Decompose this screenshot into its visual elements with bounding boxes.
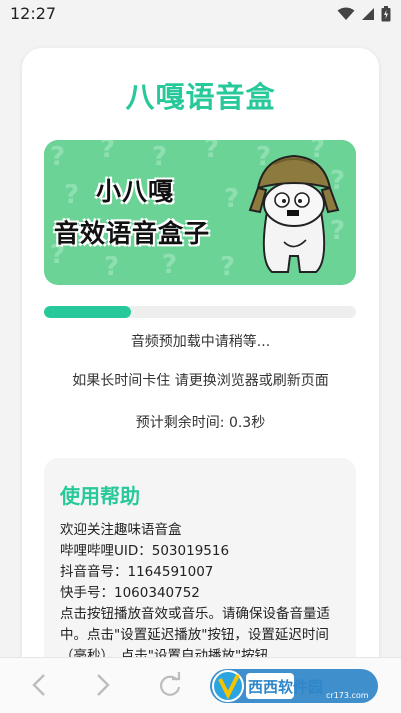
reload-icon[interactable]	[158, 672, 182, 698]
help-line: 快手号：1060340752	[60, 585, 200, 601]
mascot-illustration	[248, 154, 340, 273]
banner-title-line1: 小八嘎	[96, 177, 175, 206]
forward-icon[interactable]	[94, 672, 112, 698]
app-title: 八嘎语音盒	[125, 80, 276, 114]
remaining-time: 预计剩余时间: 0.3秒	[135, 415, 266, 431]
stuck-hint: 如果长时间卡住 请更换浏览器或刷新页面	[72, 373, 329, 389]
help-line: 欢迎关注趣味语音盒	[60, 522, 182, 538]
watermark-text: 西西软件园	[248, 678, 323, 696]
banner-title-line2: 音效语音盒子	[54, 219, 211, 248]
main-card: 八嘎语音盒 ? ? ? ? ? ? ? ? ? ? ? ? ? ? 小八嘎 音效…	[22, 48, 379, 688]
help-line: 哔哩哔哩UID：503019516	[60, 543, 230, 559]
help-panel: 使用帮助 欢迎关注趣味语音盒 哔哩哔哩UID：503019516 抖音音号：11…	[44, 458, 356, 688]
status-icons	[337, 6, 391, 22]
banner: ? ? ? ? ? ? ? ? ? ? ? ? ? ? 小八嘎 音效语音盒子	[44, 140, 356, 285]
loading-progress-bar	[44, 306, 356, 318]
status-time: 12:27	[10, 4, 57, 23]
status-bar: 12:27	[0, 0, 401, 28]
help-body: 欢迎关注趣味语音盒 哔哩哔哩UID：503019516 抖音音号：1164591…	[60, 520, 345, 667]
wifi-icon	[337, 7, 355, 20]
help-line: 抖音音号：1164591007	[60, 564, 214, 580]
watermark-sub: cr173.com	[326, 691, 369, 700]
back-icon[interactable]	[30, 672, 48, 698]
help-title: 使用帮助	[60, 484, 140, 508]
signal-icon	[362, 8, 374, 20]
loading-message: 音频预加载中请稍等...	[130, 334, 271, 350]
watermark-logo: 西西软件园 cr173.com	[210, 669, 378, 703]
battery-icon	[381, 6, 391, 22]
loading-progress-fill	[44, 306, 132, 318]
